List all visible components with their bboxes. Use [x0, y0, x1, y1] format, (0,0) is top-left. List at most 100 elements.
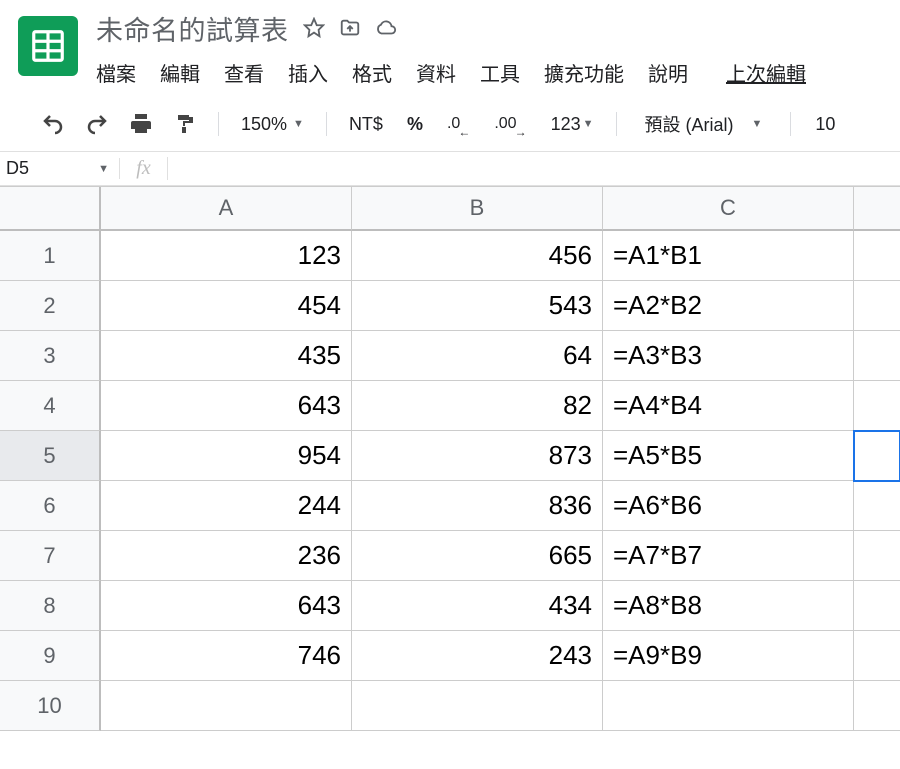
move-icon[interactable] — [339, 17, 361, 39]
cell[interactable]: 643 — [101, 581, 352, 631]
undo-button[interactable] — [36, 107, 70, 141]
cell[interactable]: 456 — [352, 231, 603, 281]
cell[interactable]: 243 — [352, 631, 603, 681]
cell[interactable]: 454 — [101, 281, 352, 331]
cell[interactable] — [854, 381, 900, 431]
cell[interactable]: 123 — [101, 231, 352, 281]
cell[interactable]: =A4*B4 — [603, 381, 854, 431]
cell[interactable]: 543 — [352, 281, 603, 331]
cell[interactable]: =A8*B8 — [603, 581, 854, 631]
percent-button[interactable]: % — [399, 114, 431, 135]
currency-button[interactable]: NT$ — [343, 114, 389, 135]
cell[interactable]: 873 — [352, 431, 603, 481]
cell[interactable] — [854, 331, 900, 381]
cell[interactable] — [101, 681, 352, 731]
row-header[interactable]: 3 — [0, 331, 101, 381]
cell[interactable] — [854, 231, 900, 281]
col-header-a[interactable]: A — [101, 187, 352, 231]
cell[interactable] — [352, 681, 603, 731]
cell[interactable]: =A1*B1 — [603, 231, 854, 281]
print-button[interactable] — [124, 107, 158, 141]
cell[interactable]: 746 — [101, 631, 352, 681]
menu-data[interactable]: 資料 — [416, 58, 456, 87]
row-header[interactable]: 8 — [0, 581, 101, 631]
menu-file[interactable]: 檔案 — [96, 58, 136, 87]
format-123-label: 123 — [551, 114, 581, 135]
menu-edit[interactable]: 編輯 — [160, 58, 200, 87]
col-header-b[interactable]: B — [352, 187, 603, 231]
sheets-logo-icon[interactable] — [18, 16, 78, 76]
format-more-button[interactable]: 123 ▼ — [545, 114, 600, 135]
cell[interactable]: =A9*B9 — [603, 631, 854, 681]
cell[interactable]: 64 — [352, 331, 603, 381]
caret-down-icon: ▼ — [752, 118, 763, 130]
fx-icon: fx — [120, 157, 168, 180]
caret-down-icon: ▼ — [583, 118, 594, 130]
cell[interactable]: 643 — [101, 381, 352, 431]
cell[interactable] — [854, 481, 900, 531]
col-header-c[interactable]: C — [603, 187, 854, 231]
row-header[interactable]: 5 — [0, 431, 101, 481]
toolbar: 150% ▼ NT$ % .0← .00→ 123 ▼ 預設 (Arial) ▼… — [0, 97, 900, 152]
cell[interactable] — [854, 631, 900, 681]
name-box-value: D5 — [6, 158, 29, 179]
header: 未命名的試算表 檔案 編輯 查看 插入 格式 資料 工具 擴充功能 說 — [0, 0, 900, 97]
cell[interactable]: 434 — [352, 581, 603, 631]
cell[interactable]: =A3*B3 — [603, 331, 854, 381]
menu-format[interactable]: 格式 — [352, 58, 392, 87]
select-all-corner[interactable] — [0, 187, 101, 231]
zoom-value: 150% — [241, 114, 287, 135]
star-icon[interactable] — [303, 17, 325, 39]
cell[interactable]: 665 — [352, 531, 603, 581]
cell[interactable]: =A5*B5 — [603, 431, 854, 481]
menu-extensions[interactable]: 擴充功能 — [544, 58, 624, 87]
menu-view[interactable]: 查看 — [224, 58, 264, 87]
cell[interactable]: 954 — [101, 431, 352, 481]
row-header[interactable]: 10 — [0, 681, 101, 731]
menu-insert[interactable]: 插入 — [288, 58, 328, 87]
row-header[interactable]: 2 — [0, 281, 101, 331]
arrow-right-icon: → — [515, 125, 527, 139]
cell[interactable]: 82 — [352, 381, 603, 431]
spreadsheet-grid: A B C 1123456=A1*B12454543=A2*B2343564=A… — [0, 186, 900, 731]
menu-help[interactable]: 說明 — [648, 58, 688, 87]
name-box[interactable]: D5 ▼ — [0, 158, 120, 179]
col-header-d[interactable] — [854, 187, 900, 231]
cell[interactable]: =A2*B2 — [603, 281, 854, 331]
cell[interactable] — [603, 681, 854, 731]
cell[interactable]: =A7*B7 — [603, 531, 854, 581]
redo-button[interactable] — [80, 107, 114, 141]
cell[interactable]: 244 — [101, 481, 352, 531]
row-header[interactable]: 1 — [0, 231, 101, 281]
cloud-status-icon[interactable] — [375, 17, 397, 39]
cell[interactable]: 836 — [352, 481, 603, 531]
row-header[interactable]: 4 — [0, 381, 101, 431]
font-size-input[interactable]: 10 — [807, 114, 843, 135]
cell[interactable] — [854, 581, 900, 631]
caret-down-icon: ▼ — [293, 118, 304, 130]
toolbar-separator — [616, 112, 617, 136]
font-family-select[interactable]: 預設 (Arial) ▼ — [633, 111, 775, 137]
formula-input[interactable] — [168, 152, 900, 185]
font-family-value: 預設 (Arial) — [645, 111, 734, 137]
cell[interactable] — [854, 681, 900, 731]
cell[interactable] — [854, 531, 900, 581]
cell[interactable]: 236 — [101, 531, 352, 581]
menu-tools[interactable]: 工具 — [480, 58, 520, 87]
row-header[interactable]: 7 — [0, 531, 101, 581]
cell[interactable] — [854, 431, 900, 481]
cell[interactable]: 435 — [101, 331, 352, 381]
decrease-decimal-button[interactable]: .0← — [441, 115, 478, 133]
paint-format-button[interactable] — [168, 107, 202, 141]
header-main: 未命名的試算表 檔案 編輯 查看 插入 格式 資料 工具 擴充功能 說 — [96, 8, 900, 97]
menubar: 檔案 編輯 查看 插入 格式 資料 工具 擴充功能 說明 上次編輯 — [96, 44, 900, 97]
row-header[interactable]: 6 — [0, 481, 101, 531]
zoom-select[interactable]: 150% ▼ — [235, 114, 310, 135]
last-edit-link[interactable]: 上次編輯 — [726, 58, 806, 87]
cell[interactable]: =A6*B6 — [603, 481, 854, 531]
toolbar-separator — [790, 112, 791, 136]
cell[interactable] — [854, 281, 900, 331]
increase-decimal-button[interactable]: .00→ — [488, 115, 534, 133]
row-header[interactable]: 9 — [0, 631, 101, 681]
document-title[interactable]: 未命名的試算表 — [96, 9, 289, 48]
